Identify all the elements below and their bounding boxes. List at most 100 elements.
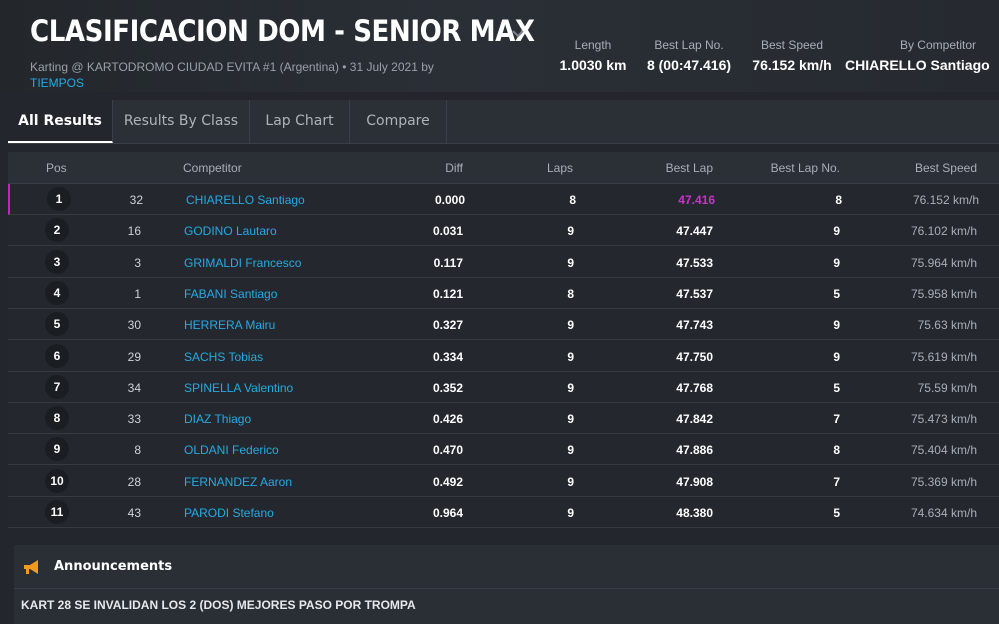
diff-value: 0.426	[432, 412, 463, 427]
table-header: Pos Competitor Diff Laps Best Lap Best L…	[8, 152, 999, 184]
competitor-name-link[interactable]: CHIARELLO Santiago	[186, 193, 305, 207]
laps-value: 9	[567, 474, 574, 489]
diff-value: 0.470	[432, 443, 463, 458]
kart-number: 43	[127, 506, 141, 520]
diff-value: 0.117	[433, 255, 463, 270]
table-row[interactable]: 1 32 CHIARELLO Santiago 0.000 8 47.416 8 76.152…	[8, 184, 999, 215]
best-lap-no-value: 7	[833, 474, 840, 489]
col-competitor[interactable]: Competitor	[183, 161, 242, 175]
table-row[interactable]: 5 30 HERRERA Mairu 0.327 9 47.743 9 75.63 km/h	[8, 309, 999, 341]
table-row[interactable]: 8 33 DIAZ Thiago 0.426 9 47.842 7 75.473 km/h	[8, 403, 999, 435]
laps-value: 8	[569, 193, 576, 207]
best-lap-value: 47.533	[676, 255, 713, 270]
laps-value: 9	[567, 255, 574, 270]
table-row[interactable]: 3 3 GRIMALDI Francesco 0.117 9 47.533 9 75.964 …	[8, 247, 999, 278]
table-row[interactable]: 7 34 SPINELLA Valentino 0.352 9 47.768 5 75.59 …	[8, 372, 999, 403]
kart-number: 1	[134, 286, 141, 301]
best-speed-value: 75.473 km/h	[910, 412, 977, 427]
col-laps[interactable]: Laps	[547, 161, 573, 175]
best-lap-no-value: 7	[833, 412, 840, 427]
stat-best-lap-no: Best Lap No. 8 (00:47.416)	[638, 38, 740, 73]
best-lap-no-value: 9	[833, 318, 840, 333]
stat-value: 8 (00:47.416)	[646, 57, 732, 73]
competitor-name-link[interactable]: GODINO Lautaro	[184, 224, 277, 238]
kart-number: 32	[129, 193, 143, 207]
tab-compare[interactable]: Compare	[350, 100, 447, 143]
position-badge: 11	[45, 500, 69, 524]
competitor-name-link[interactable]: SACHS Tobias	[184, 350, 263, 364]
page-title: CLASIFICACION DOM - SENIOR MAX	[30, 14, 535, 48]
best-speed-value: 75.59 km/h	[917, 380, 977, 395]
best-lap-no-value: 5	[833, 286, 840, 301]
event-subtitle: Karting @ KARTODROMO CIUDAD EVITA #1 (Ar…	[30, 59, 470, 91]
diff-value: 0.334	[432, 349, 463, 364]
table-row[interactable]: 6 29 SACHS Tobias 0.334 9 47.750 9 75.619 km/h	[8, 341, 999, 372]
table-row[interactable]: 2 16 GODINO Lautaro 0.031 9 47.447 9 76.102 km/…	[8, 215, 999, 247]
col-best-lap[interactable]: Best Lap	[666, 161, 713, 175]
table-row[interactable]: 4 1 FABANI Santiago 0.121 8 47.537 5 75.958 km/…	[8, 278, 999, 309]
best-speed-value: 76.102 km/h	[910, 224, 977, 239]
position-badge: 5	[45, 312, 69, 337]
table-row[interactable]: 10 28 FERNANDEZ Aaron 0.492 9 47.908 7 75.369 k…	[8, 466, 999, 497]
competitor-name-link[interactable]: OLDANI Federico	[184, 443, 279, 457]
competitor-name-link[interactable]: PARODI Stefano	[184, 506, 274, 520]
results-tabs: All Results Results By Class Lap Chart C…	[8, 100, 999, 144]
tab-results-by-class[interactable]: Results By Class	[113, 100, 250, 143]
event-info: Karting @ KARTODROMO CIUDAD EVITA #1 (Ar…	[30, 60, 434, 74]
best-lap-value: 47.416	[678, 193, 715, 207]
best-lap-value: 47.886	[676, 443, 713, 458]
megaphone-icon	[24, 560, 38, 574]
table-row[interactable]: 11 43 PARODI Stefano 0.964 9 48.380 5 74.634 km…	[8, 497, 999, 528]
best-lap-value: 48.380	[676, 506, 713, 520]
best-lap-value: 47.768	[676, 380, 713, 395]
best-speed-value: 75.369 km/h	[910, 474, 977, 489]
tab-all-results[interactable]: All Results	[8, 100, 113, 143]
position-badge: 4	[45, 280, 69, 305]
best-lap-value: 47.447	[676, 224, 713, 239]
chevron-down-icon[interactable]	[511, 27, 525, 41]
col-diff[interactable]: Diff	[445, 161, 463, 175]
table-row[interactable]: 9 8 OLDANI Federico 0.470 9 47.886 8 75.404 km/…	[8, 434, 999, 466]
competitor-name-link[interactable]: SPINELLA Valentino	[184, 381, 293, 395]
best-lap-value: 47.842	[676, 412, 713, 427]
competitor-name-link[interactable]: GRIMALDI Francesco	[184, 256, 301, 270]
organizer-link[interactable]: TIEMPOS	[30, 76, 84, 90]
competitor-name-link[interactable]: FABANI Santiago	[184, 287, 277, 301]
stat-label: By Competitor	[899, 38, 976, 52]
competitor-name-link[interactable]: FERNANDEZ Aaron	[184, 475, 292, 489]
competitor-name-link[interactable]: DIAZ Thiago	[184, 412, 251, 426]
best-speed-value: 75.964 km/h	[910, 255, 977, 270]
kart-number: 34	[127, 380, 141, 395]
col-best-lap-no[interactable]: Best Lap No.	[771, 161, 840, 175]
stat-length: Length 1.0030 km	[545, 38, 641, 73]
event-header: CLASIFICACION DOM - SENIOR MAX Karting @…	[0, 0, 999, 92]
best-speed-value: 74.634 km/h	[910, 506, 977, 520]
best-lap-no-value: 8	[835, 193, 842, 207]
stat-by-competitor: By Competitor CHIARELLO Santiago	[845, 38, 990, 73]
tab-lap-chart[interactable]: Lap Chart	[250, 100, 350, 143]
best-lap-value: 47.743	[676, 318, 713, 333]
position-badge: 6	[45, 343, 69, 368]
stat-label: Best Lap No.	[654, 38, 724, 52]
best-speed-value: 75.958 km/h	[910, 286, 977, 301]
position-badge: 2	[45, 218, 69, 243]
best-speed-value: 75.63 km/h	[917, 318, 977, 333]
kart-number: 3	[134, 255, 141, 270]
laps-value: 9	[567, 318, 574, 333]
position-badge: 9	[45, 437, 69, 462]
competitor-name-link[interactable]: HERRERA Mairu	[184, 318, 275, 332]
kart-number: 16	[127, 224, 141, 239]
results-table: Pos Competitor Diff Laps Best Lap Best L…	[8, 152, 999, 528]
position-badge: 7	[45, 374, 69, 399]
kart-number: 30	[127, 318, 141, 333]
best-lap-no-value: 8	[833, 443, 840, 458]
laps-value: 8	[567, 286, 574, 301]
stat-value: 76.152 km/h	[752, 57, 832, 73]
announcements-panel: Announcements KART 28 SE INVALIDAN LOS 2…	[14, 545, 999, 624]
col-best-speed[interactable]: Best Speed	[915, 161, 977, 175]
laps-value: 9	[567, 349, 574, 364]
stat-label: Length	[574, 38, 612, 52]
diff-value: 0.121	[432, 286, 463, 301]
col-pos[interactable]: Pos	[46, 161, 67, 175]
stat-best-speed: Best Speed 76.152 km/h	[742, 38, 842, 73]
